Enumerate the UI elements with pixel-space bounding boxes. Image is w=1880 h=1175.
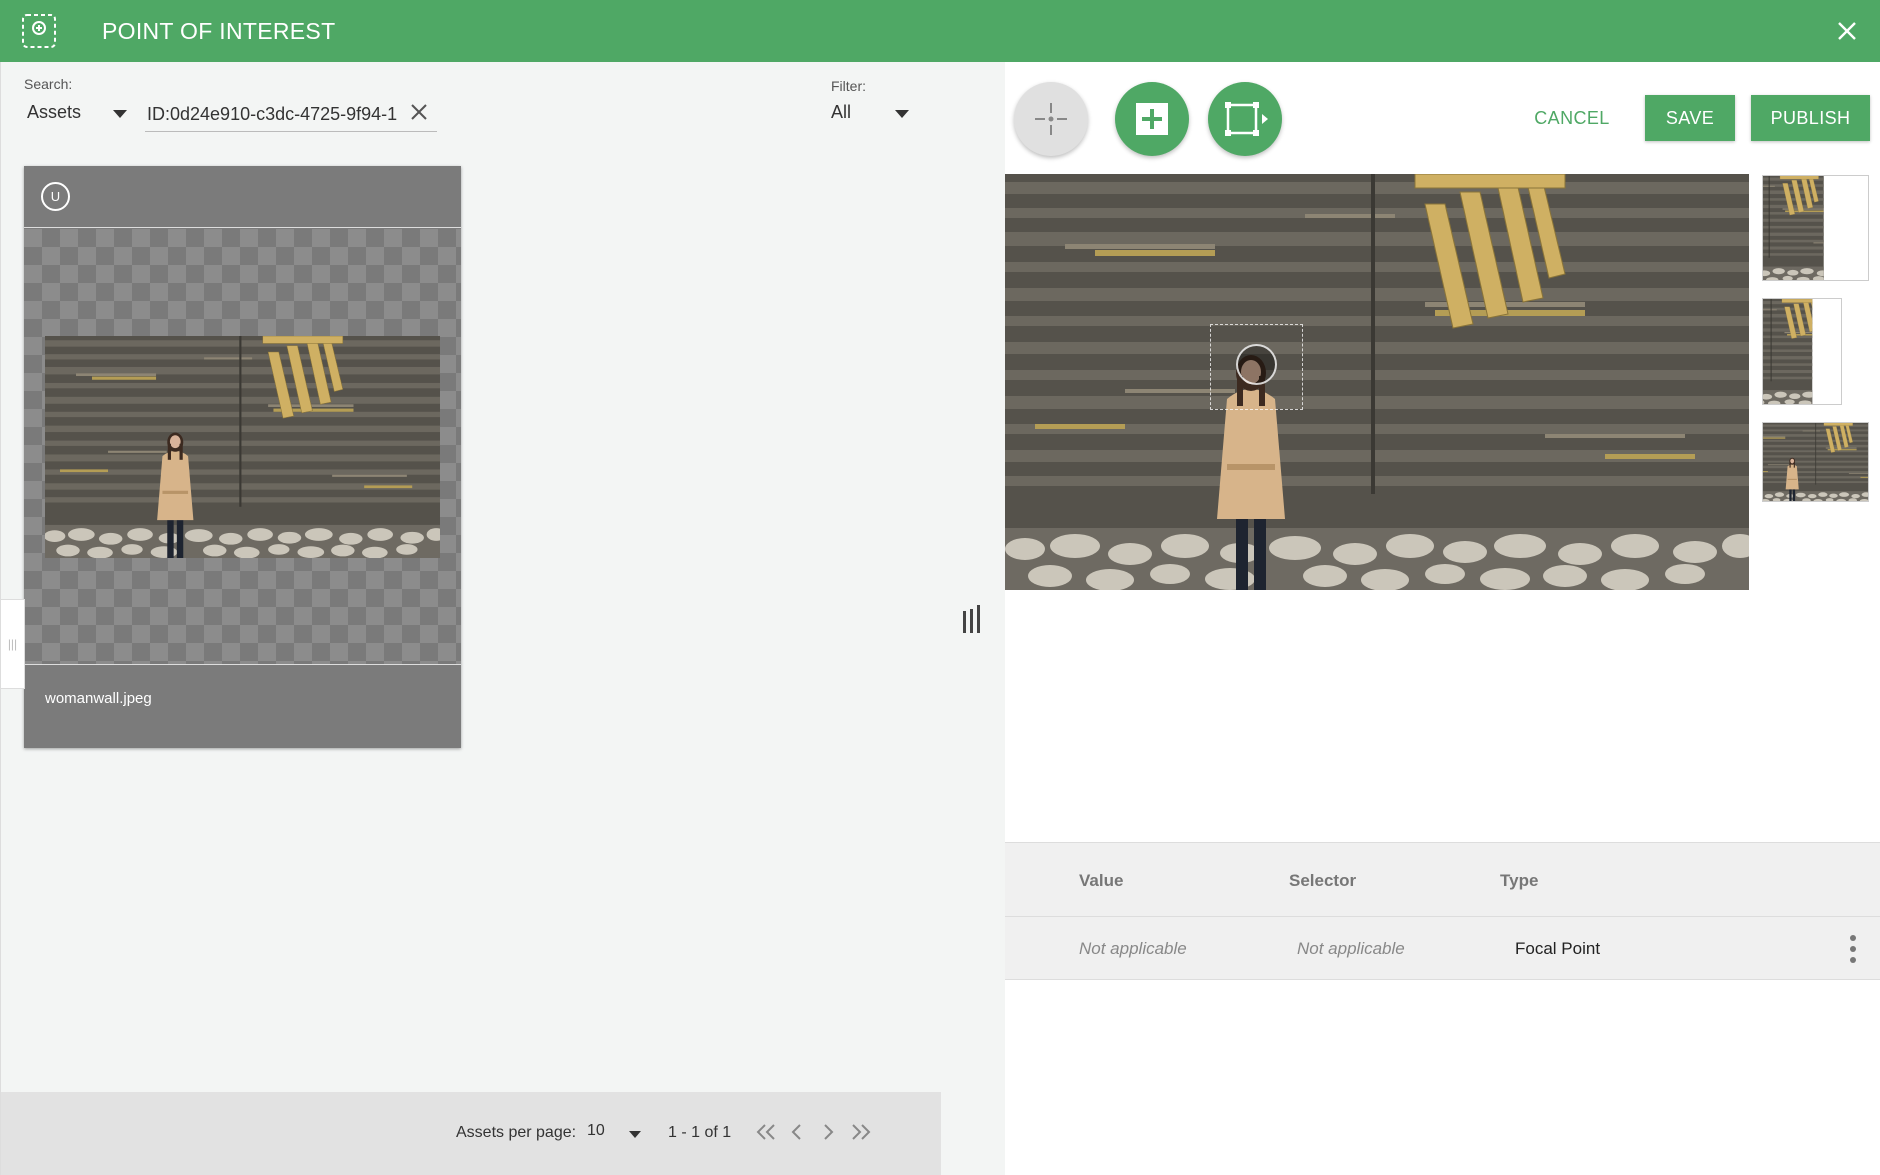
filter-select[interactable]: All [831,102,909,130]
main-image [1005,174,1749,590]
column-header-selector: Selector [1289,871,1357,890]
crop-button[interactable] [1208,82,1282,156]
focal-point-marker[interactable] [1236,344,1277,385]
add-poi-button[interactable] [1115,82,1189,156]
crop-frame-icon [1225,102,1268,136]
crosshair-icon [1035,103,1067,135]
poi-table-header: Value Selector Type [1005,842,1880,916]
search-scope-value: Assets [27,102,82,122]
focal-point-region[interactable] [1210,324,1303,410]
chevron-down-icon [629,1131,641,1138]
asset-preview [24,229,461,665]
page-range: 1 - 1 of 1 [668,1124,732,1141]
row-type: Focal Point [1515,939,1601,958]
per-page-label: Assets per page: [456,1124,577,1141]
search-input[interactable] [145,98,437,132]
focal-point-button[interactable] [1014,82,1088,156]
asset-browser: Search: Assets Filter: All U womanwall.j… [0,62,1005,1175]
save-button[interactable]: SAVE [1645,95,1735,141]
per-page-value: 10 [587,1122,605,1139]
column-header-value: Value [1079,871,1124,890]
publish-button[interactable]: PUBLISH [1751,95,1870,141]
poi-logo-icon [0,0,78,62]
cancel-button[interactable]: CANCEL [1520,95,1624,141]
first-page-icon[interactable] [753,1118,779,1146]
clear-search-icon[interactable] [407,98,431,126]
chevron-down-icon [895,110,909,118]
last-page-icon[interactable] [848,1118,874,1146]
asset-thumbnail [45,336,440,558]
next-page-icon[interactable] [815,1118,841,1146]
search-scope-select[interactable]: Assets [27,102,127,130]
resize-handle-icon[interactable] [961,602,985,636]
row-value: Not applicable [1079,939,1187,958]
chevron-down-icon [113,110,127,118]
row-selector: Not applicable [1297,939,1405,958]
page-title: POINT OF INTEREST [102,18,336,44]
pagination-bar: Assets per page: 10 1 - 1 of 1 [1,1092,941,1175]
more-vertical-icon[interactable] [1841,933,1865,965]
asset-card-header: U [24,166,461,228]
search-label: Search: [24,76,73,92]
close-icon[interactable] [1832,16,1862,46]
image-editor-canvas[interactable] [1005,174,1749,590]
variant-thumbnail-portrait[interactable] [1762,298,1842,405]
plus-icon [1136,103,1168,135]
asset-filename: womanwall.jpeg [45,690,152,707]
column-header-type: Type [1500,871,1539,890]
filter-value: All [831,102,852,122]
app-header: POINT OF INTEREST [0,0,1880,62]
variant-thumbnail-landscape[interactable] [1762,422,1869,502]
side-panel-handle[interactable]: ||| [1,599,25,689]
previous-page-icon[interactable] [784,1118,810,1146]
asset-card[interactable]: U womanwall.jpeg [24,166,461,748]
table-row[interactable]: Not applicable Not applicable Focal Poin… [1005,916,1880,980]
filter-label: Filter: [831,78,866,94]
variant-thumbnail-square[interactable] [1762,175,1869,281]
per-page-select[interactable]: 10 [587,1122,641,1146]
status-badge: U [41,182,70,211]
